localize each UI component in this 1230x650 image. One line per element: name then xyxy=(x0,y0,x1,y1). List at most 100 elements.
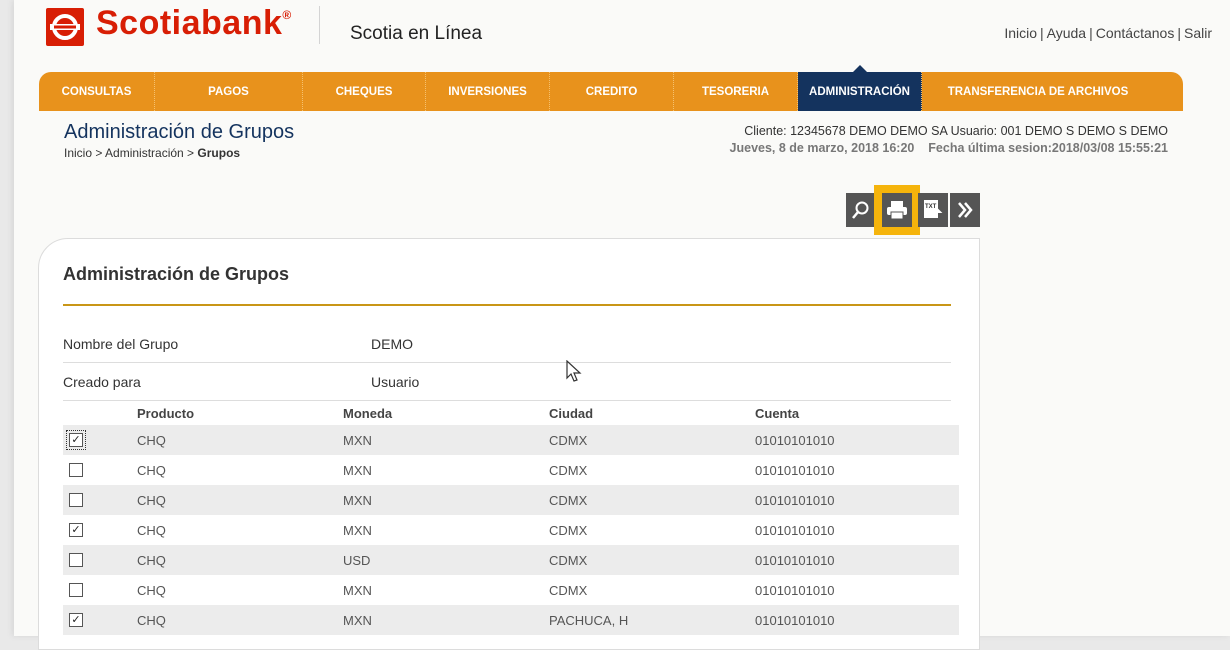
table-row[interactable]: CHQ MXN CDMX 01010101010 xyxy=(63,455,959,485)
table-row[interactable]: CHQ USD CDMX 01010101010 xyxy=(63,545,959,575)
breadcrumb-path[interactable]: Inicio > Administración > xyxy=(64,146,197,160)
cell-ciudad: CDMX xyxy=(549,553,588,568)
cell-moneda: MXN xyxy=(343,523,372,538)
current-date: Jueves, 8 de marzo, 2018 16:20 xyxy=(729,141,915,155)
field-label: Nombre del Grupo xyxy=(63,336,179,352)
cell-ciudad: CDMX xyxy=(549,433,588,448)
table-row[interactable]: ✓ CHQ MXN CDMX 01010101010 xyxy=(63,515,959,545)
cell-moneda: MXN xyxy=(343,463,372,478)
client-info: Cliente: 12345678 DEMO DEMO SA Usuario: … xyxy=(730,123,1168,157)
cell-cuenta: 01010101010 xyxy=(755,523,835,538)
table-row[interactable]: ✓ CHQ MXN PACHUCA, H 01010101010 xyxy=(63,605,959,635)
separator: | xyxy=(1089,25,1093,41)
nav-cheques[interactable]: CHEQUES xyxy=(303,72,426,111)
cell-producto: CHQ xyxy=(137,583,166,598)
cell-ciudad: CDMX xyxy=(549,583,588,598)
cell-producto: CHQ xyxy=(137,433,166,448)
forward-icon xyxy=(958,202,973,218)
app-name: Scotia en Línea xyxy=(350,23,483,44)
session-info-line: Jueves, 8 de marzo, 2018 16:20 Fecha últ… xyxy=(730,140,1168,157)
cell-producto: CHQ xyxy=(137,463,166,478)
separator: | xyxy=(1177,25,1181,41)
cell-cuenta: 01010101010 xyxy=(755,613,835,628)
header: Scotiabank® Scotia en Línea Inicio | Ayuda… xyxy=(14,0,1230,62)
scotiabank-logo-icon[interactable] xyxy=(46,8,84,46)
nav-transferencia-de-archivos[interactable]: TRANSFERENCIA DE ARCHIVOS xyxy=(922,72,1154,111)
nav-administracion[interactable]: ADMINISTRACIÓN xyxy=(798,65,922,111)
row-checkbox[interactable] xyxy=(69,463,83,477)
nav-pagos[interactable]: PAGOS xyxy=(155,72,303,111)
field-value: DEMO xyxy=(371,336,413,352)
page-title: Administración de Grupos xyxy=(64,121,295,143)
cell-ciudad: PACHUCA, H xyxy=(549,613,629,628)
row-checkbox[interactable]: ✓ xyxy=(66,430,86,450)
nav-credito[interactable]: CREDITO xyxy=(550,72,674,111)
export-txt-button[interactable]: TXT xyxy=(918,193,948,227)
last-session: Fecha última sesion:2018/03/08 15:55:21 xyxy=(928,141,1168,155)
table-row[interactable]: ✓ CHQ MXN CDMX 01010101010 xyxy=(63,425,959,455)
field-value: Usuario xyxy=(371,374,420,390)
top-links: Inicio | Ayuda | Contáctanos | Salir xyxy=(1004,25,1212,41)
column-header-producto: Producto xyxy=(137,406,195,421)
cell-cuenta: 01010101010 xyxy=(755,463,835,478)
separator: | xyxy=(1040,25,1044,41)
cell-moneda: USD xyxy=(343,553,371,568)
link-inicio[interactable]: Inicio xyxy=(1004,25,1037,41)
print-icon xyxy=(887,201,907,220)
nav-inversiones[interactable]: INVERSIONES xyxy=(426,72,550,111)
header-divider xyxy=(319,6,320,44)
column-header-ciudad: Ciudad xyxy=(549,406,594,421)
field-created-for: Creado para Usuario xyxy=(63,362,951,401)
brand-logo-text[interactable]: Scotiabank® xyxy=(96,4,292,43)
field-label: Creado para xyxy=(63,374,141,390)
column-header-moneda: Moneda xyxy=(343,406,393,421)
group-panel: Administración de Grupos Nombre del Grup… xyxy=(38,238,980,650)
link-ayuda[interactable]: Ayuda xyxy=(1047,25,1086,41)
cell-moneda: MXN xyxy=(343,493,372,508)
cell-cuenta: 01010101010 xyxy=(755,553,835,568)
search-icon xyxy=(852,201,869,219)
link-salir[interactable]: Salir xyxy=(1184,25,1212,41)
link-contactanos[interactable]: Contáctanos xyxy=(1096,25,1175,41)
cell-ciudad: CDMX xyxy=(549,493,588,508)
row-checkbox[interactable]: ✓ xyxy=(69,523,83,537)
row-checkbox[interactable] xyxy=(69,493,83,507)
cell-cuenta: 01010101010 xyxy=(755,493,835,508)
cell-producto: CHQ xyxy=(137,553,166,568)
brand-registered-mark: ® xyxy=(282,8,292,22)
cell-ciudad: CDMX xyxy=(549,523,588,538)
row-checkbox[interactable] xyxy=(69,553,83,567)
cell-moneda: MXN xyxy=(343,613,372,628)
nav-consultas[interactable]: CONSULTAS xyxy=(39,72,155,111)
field-group-name: Nombre del Grupo DEMO xyxy=(63,324,951,363)
cell-ciudad: CDMX xyxy=(549,463,588,478)
search-button[interactable] xyxy=(846,193,876,227)
cell-producto: CHQ xyxy=(137,523,166,538)
mouse-cursor-icon xyxy=(566,360,582,382)
client-user-line: Cliente: 12345678 DEMO DEMO SA Usuario: … xyxy=(744,124,1168,138)
table-header: Producto Moneda Ciudad Cuenta xyxy=(63,400,959,424)
cell-producto: CHQ xyxy=(137,493,166,508)
txt-export-icon: TXT xyxy=(924,200,943,218)
cell-producto: CHQ xyxy=(137,613,166,628)
main-nav: CONSULTAS PAGOS CHEQUES INVERSIONES CRED… xyxy=(39,65,1183,111)
nav-tesoreria[interactable]: TESORERIA xyxy=(674,72,798,111)
table-row[interactable]: CHQ MXN CDMX 01010101010 xyxy=(63,485,959,515)
breadcrumb-current: Grupos xyxy=(197,146,241,160)
panel-divider xyxy=(63,304,951,306)
row-checkbox[interactable]: ✓ xyxy=(69,613,83,627)
row-checkbox[interactable] xyxy=(69,583,83,597)
column-header-cuenta: Cuenta xyxy=(755,406,800,421)
svg-text:TXT: TXT xyxy=(925,204,937,210)
forward-button[interactable] xyxy=(950,193,980,227)
action-toolbar: TXT xyxy=(846,185,980,235)
panel-title: Administración de Grupos xyxy=(63,264,290,284)
breadcrumb: Inicio > Administración > Grupos xyxy=(64,146,240,160)
table-row[interactable]: CHQ MXN CDMX 01010101010 xyxy=(63,575,959,605)
cell-cuenta: 01010101010 xyxy=(755,583,835,598)
print-button[interactable] xyxy=(874,185,920,235)
brand-name: Scotiabank xyxy=(96,4,283,42)
cell-cuenta: 01010101010 xyxy=(755,433,835,448)
cell-moneda: MXN xyxy=(343,433,372,448)
page: Scotiabank® Scotia en Línea Inicio | Ayuda… xyxy=(14,0,1230,650)
